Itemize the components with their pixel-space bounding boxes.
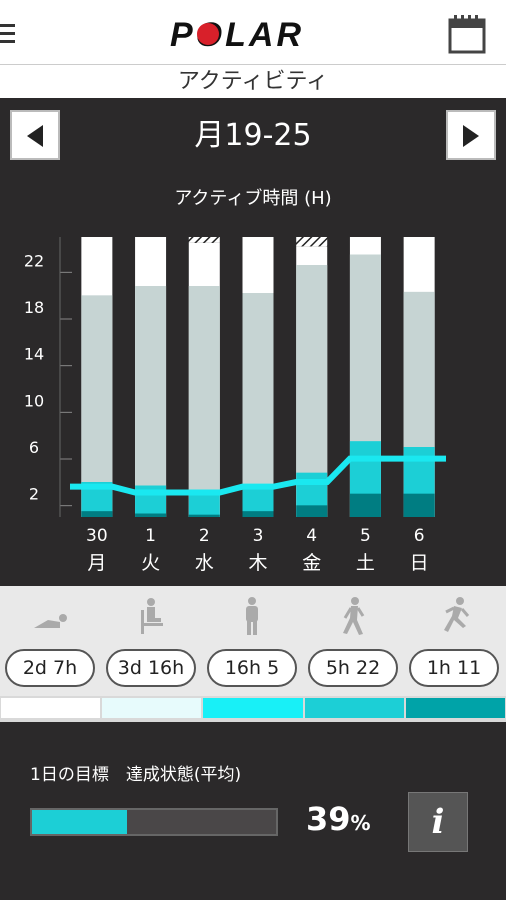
chevron-left-icon <box>27 125 43 147</box>
goal-progress-fill <box>32 810 128 834</box>
x-tick-label: 5 <box>360 526 371 546</box>
y-tick-label: 22 <box>24 251 44 270</box>
y-tick-label: 14 <box>24 345 44 364</box>
bar-segment <box>135 286 167 517</box>
calendar-icon[interactable] <box>448 14 486 54</box>
weekday-label: 金 <box>302 552 321 574</box>
weekday-label: 木 <box>248 552 267 574</box>
running-person-icon <box>444 597 470 632</box>
legend-swatch <box>405 698 505 718</box>
chart-title: アクティブ時間 (H) <box>174 188 332 209</box>
walking-person-icon <box>343 597 365 635</box>
x-tick-label: 30 <box>86 526 108 546</box>
weekday-label: 日 <box>410 552 429 574</box>
x-tick-label: 3 <box>253 526 264 546</box>
bar-hatch <box>296 237 328 247</box>
menu-icon[interactable] <box>0 24 15 44</box>
chevron-right-icon <box>463 125 479 147</box>
y-tick-label: 2 <box>29 485 39 504</box>
lying-person-icon <box>34 614 67 628</box>
goal-percent-value: 39 <box>306 800 351 838</box>
top-bar: POLAR <box>0 0 506 64</box>
goal-progress-bar <box>30 808 278 836</box>
activity-time-standing: 16h 5 <box>207 649 297 687</box>
bar-segment <box>81 511 113 517</box>
polar-logo: POLAR <box>170 16 304 54</box>
x-tick-label: 6 <box>414 526 425 546</box>
bar-segment <box>242 293 274 517</box>
bar-segment <box>242 511 274 517</box>
activity-color-legend <box>0 696 506 722</box>
activity-time-walking: 5h 22 <box>308 649 398 687</box>
legend-swatch <box>102 698 202 718</box>
activity-time-lying: 2d 7h <box>5 649 95 687</box>
activity-lying[interactable]: 2d 7h <box>0 586 100 696</box>
activity-sitting[interactable]: 3d 16h <box>101 586 201 696</box>
bar-segment <box>188 286 220 517</box>
bar-segment <box>188 514 220 517</box>
bar-segment <box>135 513 167 517</box>
bar-segment <box>349 493 381 517</box>
weekday-label: 月 <box>87 552 106 574</box>
goal-percent: 39% <box>306 800 371 838</box>
x-tick-label: 1 <box>145 526 156 546</box>
previous-week-button[interactable] <box>10 110 60 160</box>
legend-swatch <box>203 698 303 718</box>
legend-swatch <box>304 698 404 718</box>
page-title: アクティビティ <box>0 64 506 98</box>
standing-person-icon <box>246 597 258 635</box>
weekday-label: 土 <box>356 552 375 574</box>
bar-segment <box>403 493 435 517</box>
bar-hatch <box>188 237 220 243</box>
weekday-label: 水 <box>195 552 214 574</box>
y-tick-label: 18 <box>24 298 44 317</box>
x-tick-label: 4 <box>306 526 317 546</box>
weekday-label: 火 <box>141 552 160 574</box>
y-tick-label: 10 <box>24 391 44 410</box>
info-button[interactable]: i <box>408 792 468 852</box>
activity-running[interactable]: 1h 11 <box>404 586 504 696</box>
activity-chart: 22 18 14 10 6 2 30 月 1 火 2 水 3 木 4 金 5 土 6 日 <box>24 237 446 574</box>
daily-goal-label: 1日の目標 達成状態(平均) <box>30 765 242 785</box>
activity-walking[interactable]: 5h 22 <box>303 586 403 696</box>
polar-logo-text: POLAR <box>170 16 304 54</box>
week-range-label: 月19-25 <box>194 118 312 153</box>
activity-time-running: 1h 11 <box>409 649 499 687</box>
activity-types-panel: 2d 7h 3d 16h 16h 5 5h 22 1h 11 <box>0 586 506 696</box>
y-tick-label: 6 <box>29 438 39 457</box>
legend-swatch <box>1 698 101 718</box>
next-week-button[interactable] <box>446 110 496 160</box>
activity-standing[interactable]: 16h 5 <box>202 586 302 696</box>
sitting-person-icon <box>141 598 163 634</box>
x-tick-label: 2 <box>199 526 210 546</box>
goal-percent-unit: % <box>350 811 371 835</box>
activity-time-sitting: 3d 16h <box>106 649 196 687</box>
bar-segment <box>296 505 328 517</box>
